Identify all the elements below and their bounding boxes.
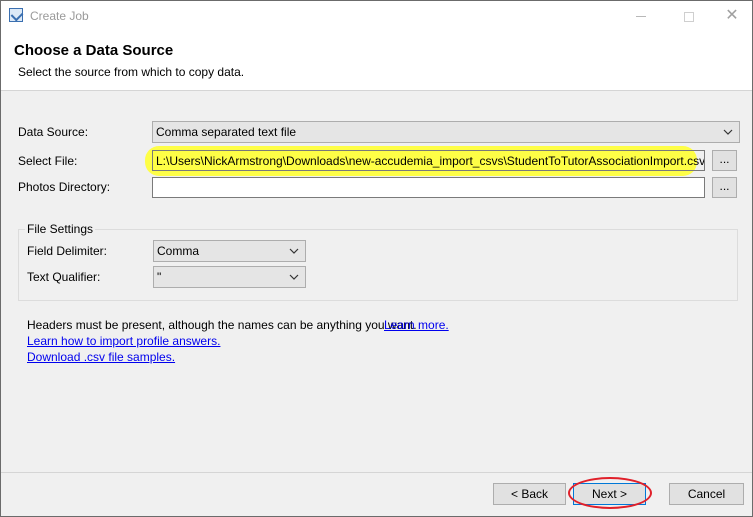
select-file-value: L:\Users\NickArmstrong\Downloads\new-acc… (156, 154, 705, 168)
cancel-button[interactable]: Cancel (669, 483, 744, 505)
window-title: Create Job (30, 9, 89, 23)
next-button[interactable]: Next > (573, 483, 646, 505)
photos-directory-label: Photos Directory: (18, 180, 111, 194)
field-delimiter-select[interactable]: Comma (153, 240, 306, 262)
field-delimiter-value: Comma (157, 244, 200, 258)
data-source-select[interactable]: Comma separated text file (152, 121, 740, 143)
text-qualifier-label: Text Qualifier: (27, 270, 101, 284)
data-source-value: Comma separated text file (156, 125, 297, 139)
back-button[interactable]: < Back (493, 483, 566, 505)
chevron-down-icon (289, 274, 299, 280)
create-job-window: Create Job ✕ Choose a Data Source Select… (0, 0, 753, 517)
chevron-down-icon (289, 248, 299, 254)
footer-separator (1, 472, 752, 473)
close-button[interactable]: ✕ (712, 5, 752, 27)
app-icon (9, 8, 23, 22)
headers-note: Headers must be present, although the na… (27, 318, 417, 332)
minimize-button[interactable] (621, 5, 661, 27)
chevron-down-icon (723, 129, 733, 135)
text-qualifier-value: " (157, 270, 162, 284)
maximize-icon (684, 11, 694, 22)
photos-directory-input[interactable] (152, 177, 705, 198)
close-icon: ✕ (725, 7, 739, 24)
wizard-content: Data Source: Comma separated text file S… (1, 92, 752, 472)
maximize-button[interactable] (669, 5, 709, 27)
data-source-label: Data Source: (18, 125, 89, 139)
page-title: Choose a Data Source (14, 42, 174, 59)
select-file-label: Select File: (18, 154, 78, 168)
page-subtitle: Select the source from which to copy dat… (18, 65, 245, 79)
select-file-input[interactable]: L:\Users\NickArmstrong\Downloads\new-acc… (152, 150, 705, 171)
download-csv-samples-link[interactable]: Download .csv file samples. (27, 350, 175, 364)
browse-file-button[interactable]: ... (712, 150, 737, 171)
title-bar: Create Job ✕ (1, 1, 752, 31)
learn-more-link[interactable]: Learn more. (384, 318, 449, 332)
text-qualifier-select[interactable]: " (153, 266, 306, 288)
browse-photos-button[interactable]: ... (712, 177, 737, 198)
field-delimiter-label: Field Delimiter: (27, 244, 108, 258)
file-settings-group (18, 229, 738, 301)
wizard-header: Choose a Data Source Select the source f… (1, 31, 752, 91)
file-settings-title: File Settings (25, 222, 96, 236)
minimize-icon (636, 16, 646, 18)
learn-profile-answers-link[interactable]: Learn how to import profile answers. (27, 334, 220, 348)
